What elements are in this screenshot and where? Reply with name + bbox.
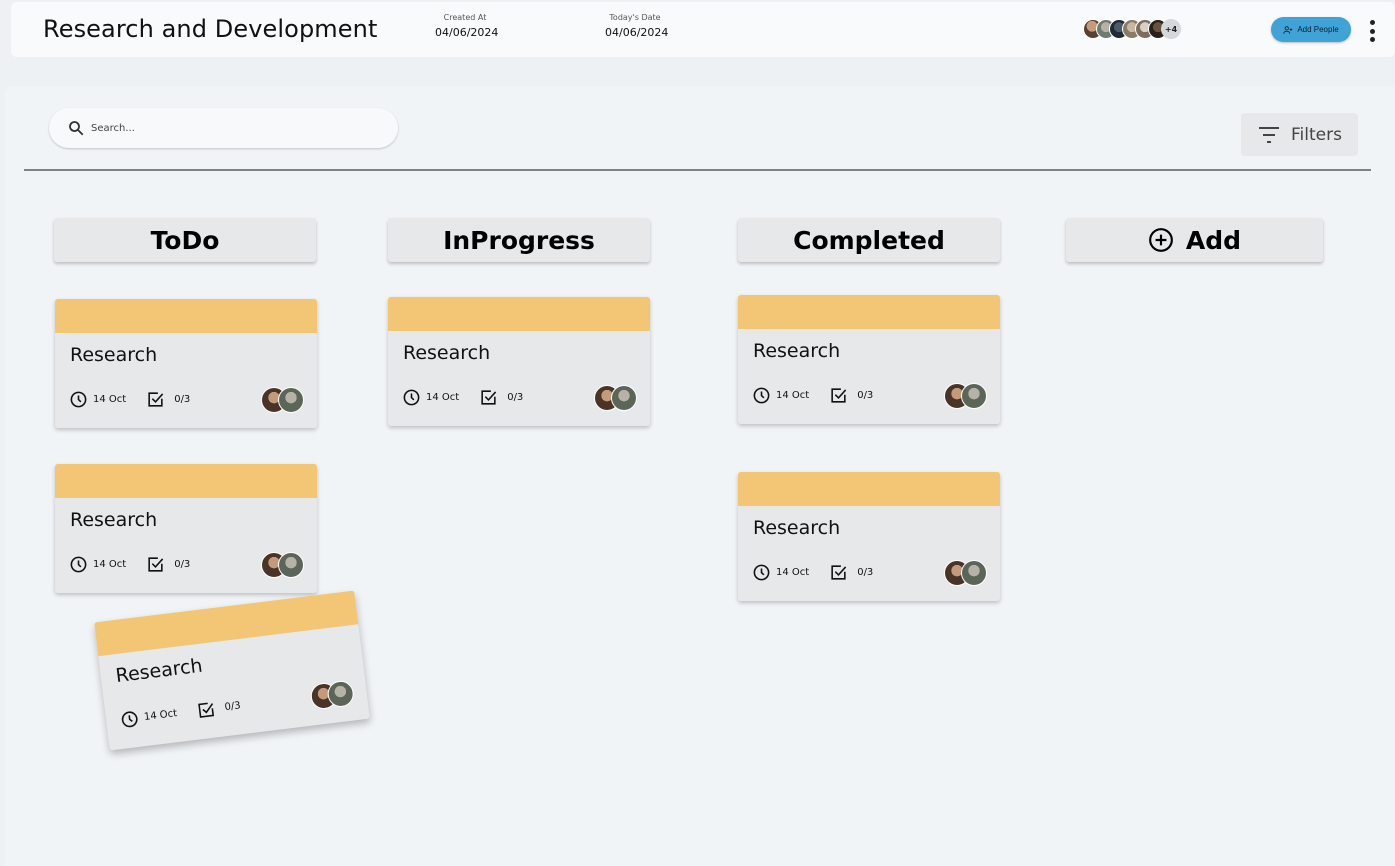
column-title: InProgress: [443, 225, 595, 255]
checkbox-icon: [148, 392, 164, 407]
card-assignees: [594, 385, 637, 411]
card-meta: 14 Oct 0/3: [402, 388, 523, 407]
card-due-date: 14 Oct: [143, 708, 178, 724]
card-assignees: [261, 387, 304, 413]
card-due-date: 14 Oct: [93, 394, 127, 405]
created-at: Created At 04/06/2024: [435, 13, 499, 39]
card-color-band: [388, 297, 650, 331]
card-assignees: [944, 560, 987, 586]
card-due-date: 14 Oct: [776, 567, 810, 578]
clock-icon: [403, 389, 420, 406]
search-icon: [69, 121, 84, 136]
card-color-band: [738, 472, 1000, 506]
card-task-count: 0/3: [174, 394, 191, 405]
add-people-label: Add People: [1297, 25, 1339, 34]
task-card[interactable]: Research 14 Oct 0/3: [738, 472, 1000, 601]
task-card[interactable]: Research 14 Oct 0/3: [55, 464, 317, 593]
card-due-date: 14 Oct: [776, 390, 810, 401]
card-title: Research: [753, 517, 841, 539]
card-color-band: [55, 299, 317, 333]
avatar: [611, 385, 637, 411]
top-bar: Research and Development Created At 04/0…: [11, 2, 1395, 57]
card-color-band: [55, 464, 317, 498]
clock-icon: [70, 556, 87, 573]
column-header-completed[interactable]: Completed: [738, 218, 1000, 262]
search-input[interactable]: [91, 122, 381, 134]
add-column-button[interactable]: Add: [1066, 218, 1323, 262]
checkbox-icon: [831, 565, 847, 580]
avatar: [278, 387, 304, 413]
filters-button[interactable]: Filters: [1241, 113, 1358, 156]
card-meta: 14 Oct 0/3: [119, 696, 242, 730]
add-people-icon: [1283, 25, 1293, 34]
checkbox-icon: [481, 390, 497, 405]
avatar: [961, 383, 987, 409]
add-circle-icon: [1149, 228, 1173, 252]
search-bar[interactable]: [49, 108, 398, 148]
card-assignees: [944, 383, 987, 409]
task-card[interactable]: Research 14 Oct 0/3: [388, 297, 650, 426]
more-vert-icon[interactable]: [1367, 20, 1377, 42]
column-header-todo[interactable]: ToDo: [54, 218, 316, 262]
created-at-value: 04/06/2024: [435, 26, 499, 39]
column-title: Add: [1185, 225, 1242, 255]
project-title: Research and Development: [43, 15, 378, 43]
todays-date: Today's Date 04/06/2024: [605, 13, 669, 39]
todays-date-label: Today's Date: [609, 13, 661, 22]
card-title: Research: [70, 344, 158, 366]
card-due-date: 14 Oct: [426, 392, 460, 403]
card-task-count: 0/3: [857, 567, 874, 578]
column-title: Completed: [793, 225, 945, 255]
checkbox-icon: [831, 388, 847, 403]
avatar: [278, 552, 304, 578]
filter-icon: [1259, 126, 1280, 143]
card-color-band: [738, 295, 1000, 329]
divider: [24, 169, 1371, 171]
task-card[interactable]: Research 14 Oct 0/3: [55, 299, 317, 428]
clock-icon: [121, 711, 138, 728]
card-task-count: 0/3: [507, 392, 524, 403]
todays-date-value: 04/06/2024: [605, 26, 669, 39]
card-task-count: 0/3: [857, 390, 874, 401]
card-meta: 14 Oct 0/3: [69, 555, 190, 574]
task-card[interactable]: Research 14 Oct 0/3: [738, 295, 1000, 424]
clock-icon: [753, 387, 770, 404]
clock-icon: [753, 564, 770, 581]
card-assignees: [309, 679, 356, 711]
card-task-count: 0/3: [174, 559, 191, 570]
created-at-label: Created At: [443, 13, 487, 22]
more-members-badge[interactable]: +4: [1161, 19, 1181, 39]
card-title: Research: [70, 509, 158, 531]
card-meta: 14 Oct 0/3: [752, 563, 873, 582]
member-avatars[interactable]: +4: [1083, 19, 1181, 41]
card-assignees: [261, 552, 304, 578]
card-due-date: 14 Oct: [93, 559, 127, 570]
card-title: Research: [753, 340, 841, 362]
filters-label: Filters: [1291, 124, 1342, 145]
card-meta: 14 Oct 0/3: [752, 386, 873, 405]
checkbox-icon: [198, 702, 215, 718]
column-title: ToDo: [150, 225, 220, 255]
avatar: [961, 560, 987, 586]
add-people-button[interactable]: Add People: [1271, 17, 1351, 42]
card-meta: 14 Oct 0/3: [69, 390, 190, 409]
checkbox-icon: [148, 557, 164, 572]
column-header-inprogress[interactable]: InProgress: [388, 218, 650, 262]
card-title: Research: [403, 342, 491, 364]
clock-icon: [70, 391, 87, 408]
card-title: Research: [114, 654, 204, 688]
card-task-count: 0/3: [224, 700, 242, 714]
